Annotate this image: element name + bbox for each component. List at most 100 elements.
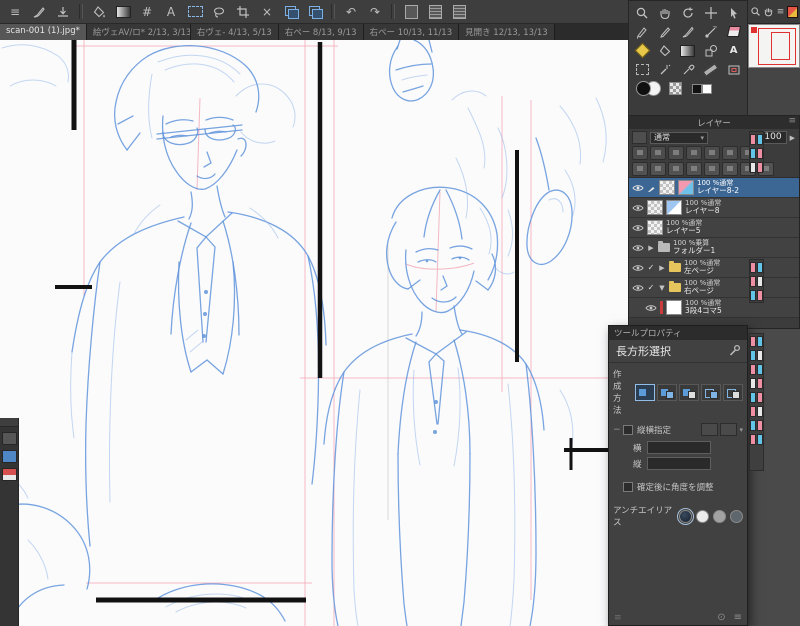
- layers-title-bar[interactable]: レイヤー ≡: [629, 116, 799, 129]
- antialias-middle-button[interactable]: [713, 509, 726, 523]
- expand-arrow-icon[interactable]: ▶: [658, 264, 666, 272]
- aspect-checkbox[interactable]: [623, 424, 633, 435]
- document-tab[interactable]: scan-001 (1).jpg*: [0, 24, 87, 40]
- eye-icon[interactable]: [632, 278, 644, 297]
- page-facing-icon[interactable]: [424, 2, 446, 21]
- canvas-area[interactable]: .s{stroke:#6094da;fill:none;stroke-width…: [0, 39, 628, 626]
- material-thumbnail[interactable]: [750, 276, 763, 287]
- import-icon[interactable]: [52, 2, 74, 21]
- combine-mode-icon[interactable]: [632, 131, 647, 144]
- dock-palette-icon[interactable]: [1, 432, 17, 445]
- intersect-selection-button[interactable]: [701, 383, 721, 401]
- brush-tool-icon[interactable]: [677, 23, 700, 40]
- layer-row[interactable]: 100 %通常 レイヤー5: [629, 218, 799, 238]
- new-layer-icon[interactable]: [632, 162, 648, 176]
- sketch-drawing[interactable]: .s{stroke:#6094da;fill:none;stroke-width…: [0, 39, 628, 626]
- gradient-tool-icon[interactable]: [677, 42, 700, 59]
- blend-mode-dropdown[interactable]: 通常 ▾: [650, 131, 708, 144]
- copy-icon[interactable]: [280, 2, 302, 21]
- opacity-slider-icon[interactable]: ▶: [790, 134, 795, 142]
- material-thumbnail[interactable]: [750, 392, 763, 403]
- aspect-ratio-button[interactable]: [701, 423, 719, 436]
- eye-icon[interactable]: [632, 178, 644, 197]
- brush-icon[interactable]: [28, 2, 50, 21]
- eye-icon[interactable]: [632, 258, 644, 277]
- layer-row[interactable]: 100 %通常 3段4コマ5: [629, 298, 799, 318]
- layer-thumbnail[interactable]: [666, 200, 682, 215]
- black-swatch[interactable]: [692, 83, 702, 94]
- expand-arrow-icon[interactable]: ▶: [647, 244, 655, 252]
- material-thumbnail[interactable]: [750, 378, 763, 389]
- undo-icon[interactable]: ↶: [340, 2, 362, 21]
- layer-row[interactable]: ✓ ▼ 100 %通常 右ページ: [629, 278, 799, 298]
- wrench-icon[interactable]: [728, 344, 741, 360]
- move-tool-icon[interactable]: [699, 4, 722, 21]
- paste-icon[interactable]: [304, 2, 326, 21]
- layer-thumbnail[interactable]: [666, 300, 682, 315]
- navigate-tool-icon[interactable]: [722, 61, 745, 78]
- nav-reset-icon[interactable]: [787, 5, 798, 18]
- antialias-weak-button[interactable]: [696, 509, 709, 523]
- lock-layer-icon[interactable]: [686, 146, 702, 160]
- aspect-length-button[interactable]: [720, 423, 738, 436]
- pen-tool-icon[interactable]: [631, 23, 654, 40]
- new-folder-icon[interactable]: [668, 162, 684, 176]
- material-thumbnail[interactable]: [750, 364, 763, 375]
- redo-icon[interactable]: ↷: [364, 2, 386, 21]
- new-vector-layer-icon[interactable]: [650, 162, 666, 176]
- document-tab[interactable]: 絵ヴェAV/ロ* 2/13, 3/13: [86, 24, 191, 40]
- dock-handle[interactable]: [0, 418, 18, 427]
- eraser-tool-icon[interactable]: [722, 23, 745, 40]
- figure-tool-icon[interactable]: [699, 42, 722, 59]
- layer-row[interactable]: ▶ 100 %乗算 フォルダー1: [629, 238, 799, 258]
- material-thumbnail[interactable]: [750, 134, 763, 145]
- material-thumbnail[interactable]: [750, 420, 763, 431]
- page-single-icon[interactable]: [400, 2, 422, 21]
- width-input[interactable]: [646, 441, 711, 454]
- zoom-tool-icon[interactable]: [631, 4, 654, 21]
- enable-mask-icon[interactable]: [722, 146, 738, 160]
- layer-row[interactable]: 100 %通常 レイヤー8-2: [629, 178, 799, 198]
- reset-settings-icon[interactable]: ⊙: [717, 612, 725, 623]
- material-thumbnail[interactable]: [750, 148, 763, 159]
- wand-tool-icon[interactable]: [654, 61, 677, 78]
- antialias-strong-button[interactable]: [730, 509, 743, 523]
- crop-icon[interactable]: [232, 2, 254, 21]
- layer-row[interactable]: 100 %通常 レイヤー8: [629, 198, 799, 218]
- angle-checkbox[interactable]: [623, 482, 633, 492]
- tool-property-title-bar[interactable]: ツールプロパティ: [609, 326, 747, 340]
- ruler-tool-icon[interactable]: [699, 61, 722, 78]
- decoration-icon[interactable]: #: [136, 2, 158, 21]
- layer-thumbnail[interactable]: [678, 180, 694, 195]
- airbrush-tool-icon[interactable]: [699, 23, 722, 40]
- material-thumbnail[interactable]: [750, 336, 763, 347]
- layers-menu-icon[interactable]: ≡: [788, 116, 796, 126]
- hand-tool-icon[interactable]: [654, 4, 677, 21]
- eye-icon[interactable]: [645, 298, 657, 317]
- eye-icon[interactable]: [632, 198, 644, 217]
- delete-icon[interactable]: ×: [256, 2, 278, 21]
- object-tool-icon[interactable]: [722, 4, 745, 21]
- transfer-layer-icon[interactable]: [686, 162, 702, 176]
- fill-tool-icon[interactable]: [654, 42, 677, 59]
- lock-alpha-icon[interactable]: [704, 146, 720, 160]
- detail-settings-icon[interactable]: ≡: [734, 612, 742, 623]
- layer-row[interactable]: ✓ ▶ 100 %通常 左ページ: [629, 258, 799, 278]
- material-thumbnail[interactable]: [750, 406, 763, 417]
- material-thumbnail[interactable]: [750, 290, 763, 301]
- selection-tool-icon[interactable]: [631, 61, 654, 78]
- lasso-icon[interactable]: [208, 2, 230, 21]
- navigator-panel[interactable]: [748, 24, 800, 68]
- height-input[interactable]: [646, 457, 711, 470]
- material-thumbnail[interactable]: [750, 434, 763, 445]
- document-tab[interactable]: 右ヴェ- 4/13, 5/13: [190, 24, 279, 40]
- main-color-swatch[interactable]: [636, 81, 651, 96]
- dock-subview-icon[interactable]: [1, 450, 17, 463]
- nav-hand-icon[interactable]: [763, 6, 774, 18]
- subtract-selection-button[interactable]: [679, 383, 699, 401]
- page-grid-icon[interactable]: [448, 2, 470, 21]
- new-selection-button[interactable]: [635, 383, 655, 401]
- gradient-icon[interactable]: [112, 2, 134, 21]
- layer-mask-icon[interactable]: [722, 162, 738, 176]
- reference-layer-icon[interactable]: [650, 146, 666, 160]
